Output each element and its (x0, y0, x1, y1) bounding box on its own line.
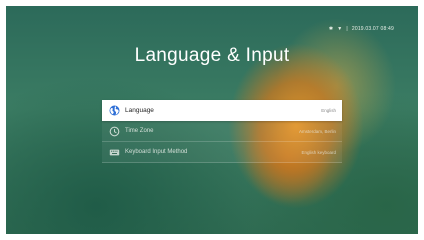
menu-item-label: Keyboard Input Method (125, 149, 188, 155)
keyboard-icon (109, 147, 120, 158)
menu-item-value: English (321, 107, 336, 113)
tv-screen: ✱ ▼ | 2019.03.07 08:49 Language & Input … (6, 6, 418, 234)
menu-item-label: Time Zone (125, 128, 154, 134)
menu-item-keyboard-input-method[interactable]: Keyboard Input Method English keyboard (102, 142, 342, 163)
settings-menu: Language English Time Zone Amsterdam, Be… (102, 100, 342, 163)
menu-item-time-zone[interactable]: Time Zone Amsterdam, Berlin (102, 121, 342, 142)
clock-icon (109, 126, 120, 137)
globe-icon (109, 105, 120, 116)
menu-item-value: English keyboard (301, 149, 336, 155)
bluetooth-icon: ✱ (328, 25, 334, 32)
menu-item-label: Language (125, 106, 154, 114)
status-separator: | (346, 26, 348, 32)
menu-item-value: Amsterdam, Berlin (298, 128, 336, 134)
menu-item-language[interactable]: Language English (102, 100, 342, 121)
status-datetime: 2019.03.07 08:49 (351, 26, 394, 32)
page-title: Language & Input (134, 45, 290, 66)
status-bar: ✱ ▼ | 2019.03.07 08:49 (329, 26, 394, 32)
wifi-icon: ▼ (337, 25, 343, 32)
